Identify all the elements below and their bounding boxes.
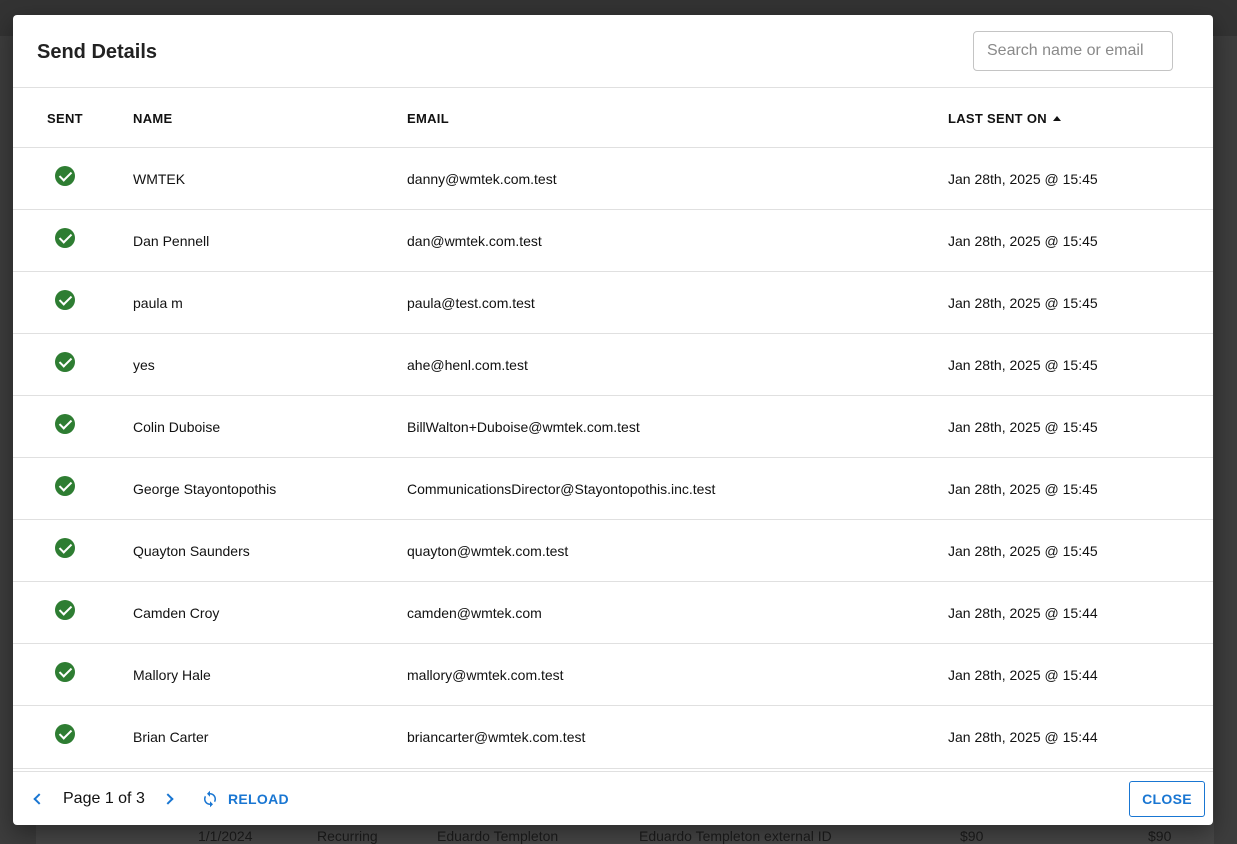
table-row: WMTEK danny@wmtek.com.test Jan 28th, 2025 … <box>13 148 1213 210</box>
cell-last-sent-on: Jan 28th, 2025 @ 15:44 <box>948 667 1098 683</box>
background-cell-date: 1/1/2024 <box>198 828 253 844</box>
check-circle-icon <box>55 228 75 248</box>
search-input[interactable] <box>973 31 1173 71</box>
chevron-right-icon <box>162 793 174 805</box>
check-circle-icon <box>55 414 75 434</box>
dialog-header: Send Details <box>13 15 1213 88</box>
background-cell-type: Recurring <box>317 828 378 844</box>
table-row: yes ahe@henl.com.test Jan 28th, 2025 @ 15:… <box>13 334 1213 396</box>
cell-name: Quayton Saunders <box>133 543 250 559</box>
column-header-email[interactable]: EMAIL <box>407 111 449 126</box>
table-row: George Stayontopothis CommunicationsDirec… <box>13 458 1213 520</box>
cell-email: BillWalton+Duboise@wmtek.com.test <box>407 419 640 435</box>
background-cell-amount: $90 <box>960 828 984 844</box>
cell-name: Brian Carter <box>133 729 209 745</box>
background-cell-name: Eduardo Templeton <box>437 828 559 844</box>
cell-last-sent-on: Jan 28th, 2025 @ 15:45 <box>948 419 1098 435</box>
cell-name: Mallory Hale <box>133 667 211 683</box>
close-button[interactable]: CLOSE <box>1129 781 1205 817</box>
check-circle-icon <box>55 290 75 310</box>
cell-name: George Stayontopothis <box>133 481 277 497</box>
check-circle-icon <box>55 538 75 558</box>
cell-last-sent-on: Jan 28th, 2025 @ 15:44 <box>948 729 1098 745</box>
check-circle-icon <box>55 476 75 496</box>
check-circle-icon <box>55 166 75 186</box>
table-row: Camden Croy camden@wmtek.com Jan 28th, 202… <box>13 582 1213 644</box>
cell-last-sent-on: Jan 28th, 2025 @ 15:45 <box>948 233 1098 249</box>
cell-name: Colin Duboise <box>133 419 221 435</box>
table-row: paula m paula@test.com.test Jan 28th, 2025… <box>13 272 1213 334</box>
cell-name: Camden Croy <box>133 605 220 621</box>
reload-label: RELOAD <box>228 791 289 807</box>
table-body: WMTEK danny@wmtek.com.test Jan 28th, 2025 … <box>13 148 1213 769</box>
cell-name: yes <box>133 357 155 373</box>
cell-email: mallory@wmtek.com.test <box>407 667 564 683</box>
dialog-footer: Page 1 of 3 RELOAD CLOSE <box>13 771 1213 825</box>
table-row: Quayton Saunders quayton@wmtek.com.test Ja… <box>13 520 1213 582</box>
page-indicator: Page 1 of 3 <box>63 790 145 807</box>
check-circle-icon <box>55 600 75 620</box>
reload-button[interactable]: RELOAD <box>201 786 289 812</box>
cell-email: camden@wmtek.com <box>407 605 542 621</box>
cell-name: WMTEK <box>133 171 186 187</box>
background-cell-total: $90 <box>1148 828 1172 844</box>
table-row: Brian Carter briancarter@wmtek.com.test Ja… <box>13 706 1213 769</box>
cell-email: danny@wmtek.com.test <box>407 171 557 187</box>
cell-last-sent-on: Jan 28th, 2025 @ 15:45 <box>948 171 1098 187</box>
column-header-last-sent-on[interactable]: LAST SENT ON <box>948 111 1061 126</box>
cell-email: quayton@wmtek.com.test <box>407 543 569 559</box>
background-cell-external-id: Eduardo Templeton external ID <box>639 828 832 844</box>
table-row: Mallory Hale mallory@wmtek.com.test Jan 28… <box>13 644 1213 706</box>
column-header-name[interactable]: NAME <box>133 111 172 126</box>
cell-last-sent-on: Jan 28th, 2025 @ 15:45 <box>948 481 1098 497</box>
cell-email: CommunicationsDirector@Stayontopothis.in… <box>407 481 716 497</box>
table-row: Dan Pennell dan@wmtek.com.test Jan 28th, 2… <box>13 210 1213 272</box>
cell-last-sent-on: Jan 28th, 2025 @ 15:45 <box>948 543 1098 559</box>
previous-page-button[interactable] <box>27 789 47 809</box>
cell-last-sent-on: Jan 28th, 2025 @ 15:44 <box>948 605 1098 621</box>
table-row: Colin Duboise BillWalton+Duboise@wmtek.co… <box>13 396 1213 458</box>
cell-name: Dan Pennell <box>133 233 210 249</box>
cell-email: dan@wmtek.com.test <box>407 233 542 249</box>
cell-email: ahe@henl.com.test <box>407 357 528 373</box>
dialog-title: Send Details <box>37 41 158 63</box>
refresh-icon <box>204 790 216 808</box>
column-header-last-sent-on-label: LAST SENT ON <box>948 111 1047 126</box>
check-circle-icon <box>55 724 75 744</box>
chevron-left-icon <box>33 793 45 805</box>
send-details-dialog: Send Details SENT NAME EMAIL LAST SENT O… <box>13 15 1213 825</box>
cell-last-sent-on: Jan 28th, 2025 @ 15:45 <box>948 295 1098 311</box>
cell-email: briancarter@wmtek.com.test <box>407 729 586 745</box>
background-table-row: 1/1/2024 Recurring Eduardo Templeton Edu… <box>36 826 1214 844</box>
check-circle-icon <box>55 662 75 682</box>
table-header: SENT NAME EMAIL LAST SENT ON <box>13 88 1213 148</box>
cell-last-sent-on: Jan 28th, 2025 @ 15:45 <box>948 357 1098 373</box>
sort-ascending-icon <box>1052 115 1061 121</box>
column-header-sent[interactable]: SENT <box>47 111 83 126</box>
check-circle-icon <box>55 352 75 372</box>
cell-name: paula m <box>133 295 183 311</box>
next-page-button[interactable] <box>160 789 180 809</box>
cell-email: paula@test.com.test <box>407 295 535 311</box>
